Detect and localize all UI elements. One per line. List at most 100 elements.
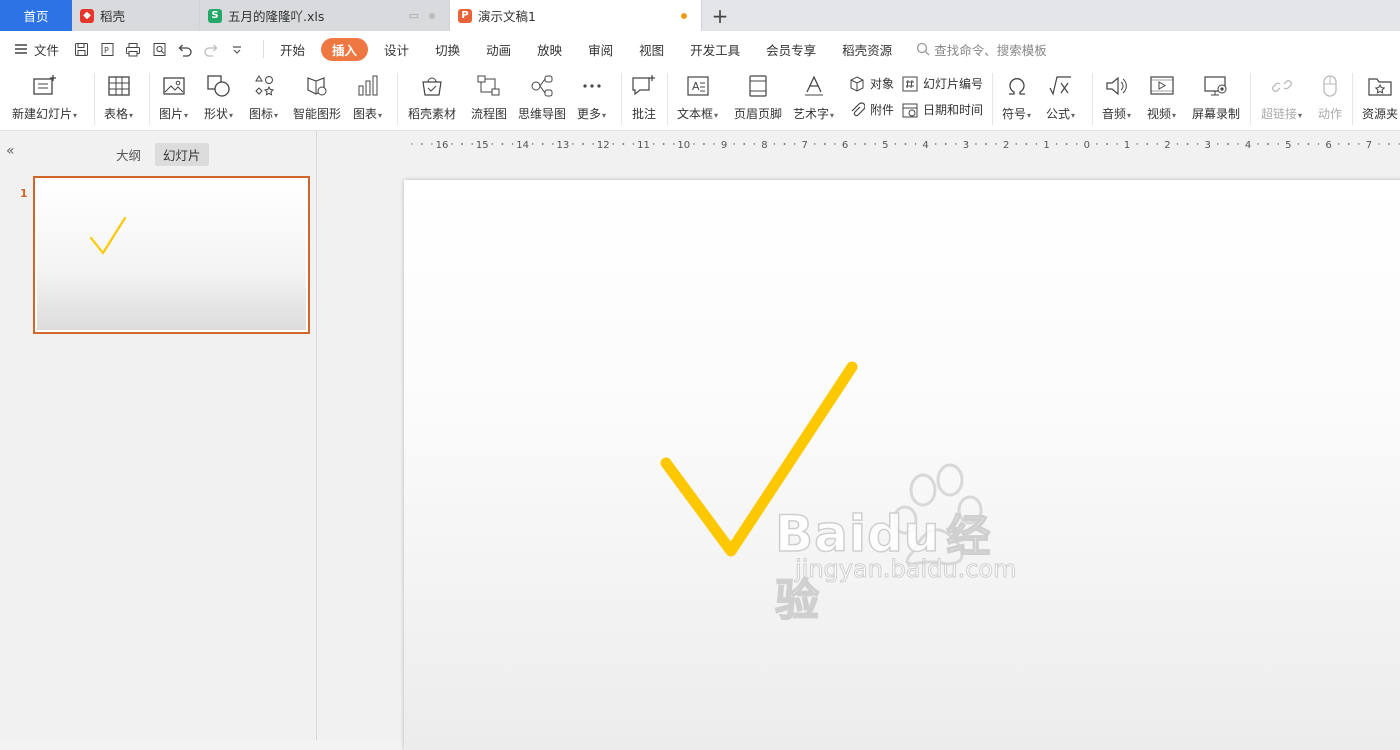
- object-label: 对象: [870, 77, 895, 91]
- ruler-tick: [431, 143, 433, 145]
- formula-icon: [1048, 76, 1071, 96]
- wordart-button[interactable]: 艺术字▾: [793, 71, 834, 122]
- audio-button[interactable]: 音频▾: [1102, 71, 1131, 122]
- ruler-label: 2: [1003, 140, 1009, 151]
- ruler-tick: [944, 143, 947, 145]
- screen-record-label: 屏幕录制: [1192, 107, 1241, 121]
- menu-tab-slideshow[interactable]: 放映: [527, 38, 572, 61]
- unsaved-dot-icon: [429, 12, 435, 19]
- new-slide-button[interactable]: 新建幻灯片▾: [12, 71, 77, 122]
- wordart-icon: [804, 75, 823, 96]
- more-button[interactable]: 更多▾: [577, 71, 606, 122]
- ruler-tick: [471, 143, 473, 145]
- menu-tab-insert[interactable]: 插入: [321, 37, 369, 61]
- header-footer-button[interactable]: 页眉页脚: [734, 71, 782, 122]
- svg-text:P: P: [104, 46, 109, 55]
- slide-number-button[interactable]: 幻灯片编号: [902, 75, 983, 92]
- menu-tab-view[interactable]: 视图: [629, 38, 674, 61]
- action-button[interactable]: 动作: [1318, 71, 1342, 122]
- shape-icon: [206, 75, 230, 97]
- menu-tab-design[interactable]: 设计: [374, 38, 419, 61]
- tab-presentation-controls: [681, 0, 687, 31]
- smart-graphic-button[interactable]: 智能图形: [293, 71, 341, 122]
- ruler-tick: [985, 143, 987, 145]
- textbox-button[interactable]: A 文本框▾: [677, 71, 718, 122]
- formula-button[interactable]: 公式▾: [1046, 71, 1075, 122]
- slide-thumbnail[interactable]: [33, 176, 310, 334]
- resource-folder-button[interactable]: 资源夹: [1362, 71, 1398, 122]
- shape-label: 形状: [204, 107, 229, 121]
- icon-library-button[interactable]: 图标▾: [249, 71, 278, 122]
- date-time-button[interactable]: 日期和时间: [902, 101, 983, 118]
- baidu-watermark: Baidu 经验 jingyan.baidu.com: [755, 460, 1017, 627]
- ruler-tick: [1317, 143, 1320, 145]
- menu-tab-review[interactable]: 审阅: [578, 38, 623, 61]
- ruler-tick: [703, 143, 705, 145]
- menu-tab-transition[interactable]: 切换: [425, 38, 470, 61]
- resource-folder-label: 资源夹: [1362, 107, 1399, 121]
- ruler-tick: [864, 143, 867, 145]
- hyperlink-button[interactable]: 超链接▾: [1261, 71, 1302, 122]
- ruler-tick: [995, 143, 997, 145]
- table-label: 表格: [104, 107, 129, 121]
- file-menu-label: 文件: [34, 42, 60, 58]
- ribbon-separator: [992, 73, 993, 125]
- menu-tab-home[interactable]: 开始: [270, 38, 315, 61]
- docer-material-button[interactable]: 稻壳素材: [408, 71, 456, 122]
- table-button[interactable]: 表格▾: [104, 71, 133, 122]
- ruler-label: 0: [1084, 140, 1090, 151]
- menu-tab-animation[interactable]: 动画: [476, 38, 521, 61]
- ruler-tick: [511, 143, 514, 145]
- menu-tab-docer-resources[interactable]: 稻壳资源: [832, 38, 902, 61]
- add-tab-button[interactable]: +: [702, 0, 738, 31]
- attachment-button[interactable]: 附件: [849, 101, 894, 118]
- menu-tab-member[interactable]: 会员专享: [756, 38, 826, 61]
- file-menu[interactable]: 文件: [14, 40, 59, 59]
- ruler-label: 6: [1325, 140, 1331, 151]
- undo-icon[interactable]: [177, 41, 193, 57]
- ribbon-separator: [1352, 73, 1353, 125]
- search-icon: [917, 42, 930, 56]
- video-button[interactable]: 视频▾: [1147, 71, 1176, 122]
- modified-dot-icon[interactable]: [681, 12, 687, 19]
- chart-button[interactable]: 图表▾: [353, 71, 382, 122]
- shape-button[interactable]: 形状▾: [204, 71, 233, 122]
- tab-docer[interactable]: ◆ 稻壳: [72, 0, 200, 31]
- ruler-tick: [1055, 143, 1058, 145]
- mindmap-button[interactable]: 思维导图: [518, 71, 566, 122]
- ruler-tick: [1337, 143, 1340, 145]
- ruler-tick: [1186, 143, 1189, 145]
- icons-grid-icon: [254, 75, 274, 96]
- customize-toolbar-icon[interactable]: [229, 41, 245, 57]
- symbol-button[interactable]: 符号▾: [1002, 71, 1031, 122]
- print-preview-icon[interactable]: [151, 41, 167, 57]
- picture-button[interactable]: 图片▾: [159, 71, 188, 122]
- print-icon[interactable]: [125, 41, 141, 57]
- picture-label: 图片: [159, 107, 184, 121]
- ruler-tick: [592, 143, 594, 145]
- comment-button[interactable]: 批注: [631, 71, 657, 122]
- ruler-tick: [753, 143, 756, 145]
- tab-presentation[interactable]: P 演示文稿1: [450, 0, 702, 31]
- ruler-tick: [451, 143, 453, 145]
- tab-spreadsheet[interactable]: S 五月的隆隆吖.xls ▭: [200, 0, 450, 31]
- folder-star-icon: [1368, 78, 1392, 96]
- slides-tab[interactable]: 幻灯片: [155, 143, 209, 166]
- tab-home[interactable]: 首页: [0, 0, 72, 31]
- redo-icon[interactable]: [203, 41, 219, 57]
- hamburger-icon: [15, 44, 27, 54]
- screen-record-button[interactable]: 屏幕录制: [1192, 71, 1240, 122]
- save-icon[interactable]: [73, 41, 89, 57]
- collapse-panel-icon[interactable]: «: [6, 143, 15, 159]
- outline-tab[interactable]: 大纲: [108, 143, 149, 166]
- command-search[interactable]: 查找命令、搜索模板: [916, 40, 1047, 59]
- ruler-tick: [1065, 143, 1068, 145]
- object-button[interactable]: 对象: [849, 75, 894, 92]
- flowchart-button[interactable]: 流程图: [471, 71, 507, 122]
- video-icon: [1149, 76, 1174, 95]
- presentation-logo-icon: P: [458, 8, 472, 23]
- monitor-icon[interactable]: ▭: [409, 9, 419, 22]
- menu-tab-developer[interactable]: 开发工具: [680, 38, 750, 61]
- tab-bar: 首页 ◆ 稻壳 S 五月的隆隆吖.xls ▭ P 演示文稿1 +: [0, 0, 1400, 31]
- export-pdf-icon[interactable]: P: [99, 41, 115, 57]
